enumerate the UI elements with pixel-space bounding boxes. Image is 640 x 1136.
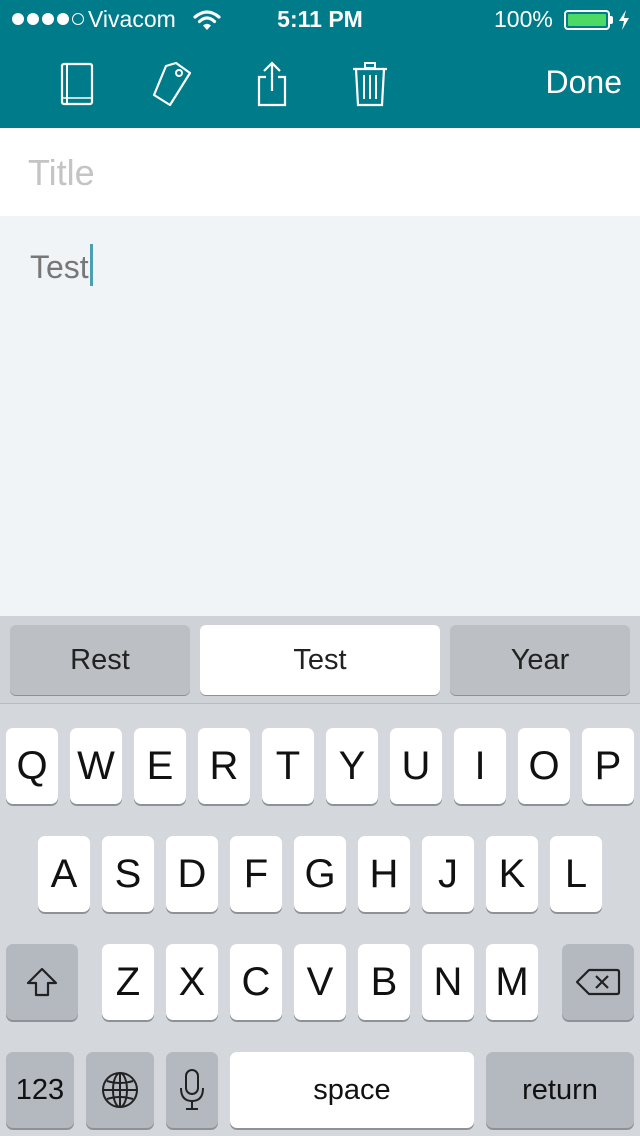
key-l[interactable]: L bbox=[550, 836, 602, 912]
tag-button[interactable] bbox=[150, 60, 194, 108]
header: Vivacom 5:11 PM 100% Done bbox=[0, 0, 640, 128]
trash-button[interactable] bbox=[348, 60, 392, 108]
backspace-icon bbox=[575, 968, 621, 996]
key-g[interactable]: G bbox=[294, 836, 346, 912]
shift-arrow-icon bbox=[26, 967, 58, 997]
key-y[interactable]: Y bbox=[326, 728, 378, 804]
key-r[interactable]: R bbox=[198, 728, 250, 804]
microphone-icon bbox=[180, 1069, 204, 1110]
shift-key[interactable] bbox=[6, 944, 78, 1020]
key-p[interactable]: P bbox=[582, 728, 634, 804]
status-bar: Vivacom 5:11 PM 100% bbox=[0, 0, 640, 40]
trash-icon bbox=[353, 62, 387, 107]
key-w[interactable]: W bbox=[70, 728, 122, 804]
share-button[interactable] bbox=[250, 60, 294, 108]
note-body-editor[interactable]: Test bbox=[0, 216, 640, 616]
dictation-key[interactable] bbox=[166, 1052, 218, 1128]
key-t[interactable]: T bbox=[262, 728, 314, 804]
globe-icon bbox=[102, 1072, 138, 1108]
key-b[interactable]: B bbox=[358, 944, 410, 1020]
key-u[interactable]: U bbox=[390, 728, 442, 804]
return-key[interactable]: return bbox=[486, 1052, 634, 1128]
suggestion-year[interactable]: Year bbox=[450, 625, 630, 695]
share-icon bbox=[257, 61, 287, 107]
text-caret bbox=[89, 244, 93, 286]
note-body-text-line[interactable]: Test bbox=[30, 244, 93, 286]
key-n[interactable]: N bbox=[422, 944, 474, 1020]
notebook-icon bbox=[60, 62, 94, 106]
key-i[interactable]: I bbox=[454, 728, 506, 804]
key-a[interactable]: A bbox=[38, 836, 90, 912]
key-z[interactable]: Z bbox=[102, 944, 154, 1020]
space-key[interactable]: space bbox=[230, 1052, 474, 1128]
delete-key[interactable] bbox=[562, 944, 634, 1020]
title-input[interactable] bbox=[28, 150, 618, 196]
key-k[interactable]: K bbox=[486, 836, 538, 912]
numbers-key[interactable]: 123 bbox=[6, 1052, 74, 1128]
key-m[interactable]: M bbox=[486, 944, 538, 1020]
key-v[interactable]: V bbox=[294, 944, 346, 1020]
key-j[interactable]: J bbox=[422, 836, 474, 912]
battery-level-fill bbox=[568, 14, 606, 26]
battery-percentage: 100% bbox=[494, 6, 553, 32]
tag-icon bbox=[152, 61, 192, 107]
key-s[interactable]: S bbox=[102, 836, 154, 912]
notebook-button[interactable] bbox=[54, 60, 98, 108]
suggestion-test[interactable]: Test bbox=[200, 625, 440, 695]
key-x[interactable]: X bbox=[166, 944, 218, 1020]
suggestion-bar: Rest Test Year bbox=[0, 616, 640, 704]
key-o[interactable]: O bbox=[518, 728, 570, 804]
battery-icon bbox=[564, 10, 610, 30]
battery-tip bbox=[610, 16, 613, 24]
key-e[interactable]: E bbox=[134, 728, 186, 804]
suggestion-rest[interactable]: Rest bbox=[10, 625, 190, 695]
title-row bbox=[0, 128, 640, 216]
charging-bolt-icon bbox=[619, 10, 629, 30]
key-c[interactable]: C bbox=[230, 944, 282, 1020]
key-d[interactable]: D bbox=[166, 836, 218, 912]
key-h[interactable]: H bbox=[358, 836, 410, 912]
globe-key[interactable] bbox=[86, 1052, 154, 1128]
note-body-text: Test bbox=[30, 249, 89, 285]
key-q[interactable]: Q bbox=[6, 728, 58, 804]
keyboard: Rest Test Year Q W E R T Y U I O P A S D… bbox=[0, 616, 640, 1136]
done-button[interactable]: Done bbox=[546, 64, 623, 101]
key-f[interactable]: F bbox=[230, 836, 282, 912]
